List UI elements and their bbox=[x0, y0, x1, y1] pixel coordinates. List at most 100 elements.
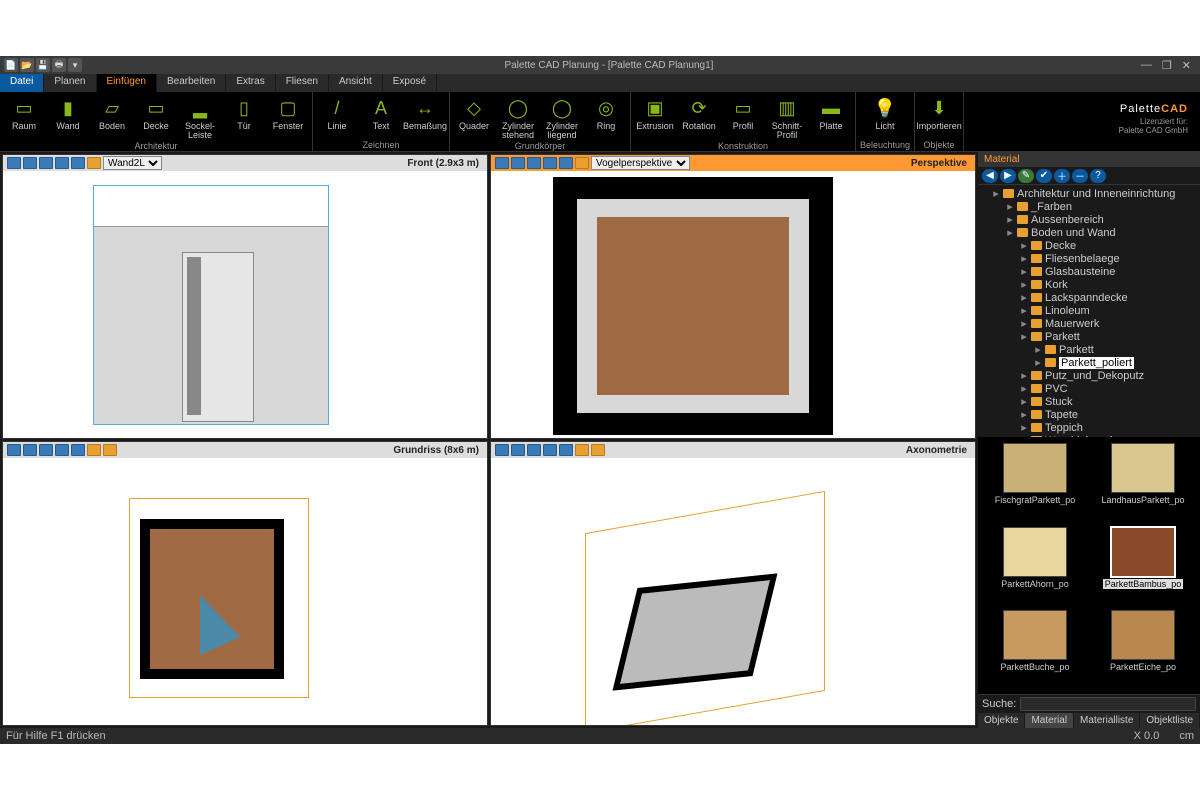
ribbon-platte[interactable]: ▬Platte bbox=[811, 94, 851, 140]
close-button[interactable]: ✕ bbox=[1179, 59, 1194, 72]
tree-node[interactable]: ▸Parkett bbox=[978, 330, 1200, 343]
vp-tool-layers-icon[interactable] bbox=[543, 157, 557, 169]
ribbon-schnitt-profil[interactable]: ▥Schnitt-Profil bbox=[767, 94, 807, 140]
tree-twisty-icon[interactable]: ▸ bbox=[992, 187, 1000, 200]
ribbon-wand[interactable]: ▮Wand bbox=[48, 94, 88, 140]
vp-tool-fit-icon[interactable] bbox=[39, 157, 53, 169]
tree-twisty-icon[interactable]: ▸ bbox=[1020, 382, 1028, 395]
viewport-perspective-canvas[interactable] bbox=[491, 171, 975, 438]
material-thumb[interactable]: ParkettAhorn_po bbox=[984, 527, 1086, 605]
vp-tool-grid-icon[interactable] bbox=[559, 157, 573, 169]
tree-node[interactable]: ▸Architektur und Inneneinrichtung bbox=[978, 187, 1200, 200]
vp-tool-render-icon[interactable] bbox=[87, 157, 101, 169]
vp-tool-grid-icon[interactable] bbox=[71, 444, 85, 456]
side-tab-objekte[interactable]: Objekte bbox=[978, 713, 1025, 728]
menu-tab-einfügen[interactable]: Einfügen bbox=[97, 74, 157, 92]
tree-twisty-icon[interactable]: ▸ bbox=[1020, 330, 1028, 343]
vp-tool-pan-icon[interactable] bbox=[511, 444, 525, 456]
vp-tool-render-icon[interactable] bbox=[87, 444, 101, 456]
material-thumb[interactable]: ParkettBambus_po bbox=[1092, 527, 1194, 605]
qat-open-icon[interactable]: 📂 bbox=[20, 58, 34, 72]
tree-twisty-icon[interactable]: ▸ bbox=[1020, 239, 1028, 252]
tree-node[interactable]: ▸Teppich bbox=[978, 421, 1200, 434]
tree-node[interactable]: ▸Boden und Wand bbox=[978, 226, 1200, 239]
qat-new-icon[interactable]: 📄 bbox=[4, 58, 18, 72]
vp-tool-pan-icon[interactable] bbox=[23, 444, 37, 456]
qat-dropdown-icon[interactable]: ▾ bbox=[68, 58, 82, 72]
viewport-floorplan-canvas[interactable] bbox=[3, 458, 487, 725]
vp-tool-zoom-icon[interactable] bbox=[7, 444, 21, 456]
qat-save-icon[interactable]: 💾 bbox=[36, 58, 50, 72]
ribbon-zylinder-stehend[interactable]: ◯Zylinder stehend bbox=[498, 94, 538, 140]
minimize-button[interactable]: — bbox=[1138, 59, 1155, 72]
viewport-front-canvas[interactable] bbox=[3, 171, 487, 438]
tree-node[interactable]: ▸Parkett bbox=[978, 343, 1200, 356]
tree-node[interactable]: ▸Aussenbereich bbox=[978, 213, 1200, 226]
vp-tool-render-icon[interactable] bbox=[575, 157, 589, 169]
side-tab-objektliste[interactable]: Objektliste bbox=[1140, 713, 1200, 728]
tree-node[interactable]: ▸Linoleum bbox=[978, 304, 1200, 317]
vp-tool-grid-icon[interactable] bbox=[71, 157, 85, 169]
tree-twisty-icon[interactable]: ▸ bbox=[1020, 304, 1028, 317]
tree-node[interactable]: ▸Fliesenbelaege bbox=[978, 252, 1200, 265]
qat-print-icon[interactable]: 🖶 bbox=[52, 58, 66, 72]
ribbon-importieren[interactable]: ⬇Importieren bbox=[919, 94, 959, 139]
panel-edit-icon[interactable]: ✎ bbox=[1018, 169, 1034, 183]
tree-node[interactable]: ▸Lackspanndecke bbox=[978, 291, 1200, 304]
vp-tool-measure-icon[interactable] bbox=[591, 444, 605, 456]
tree-twisty-icon[interactable]: ▸ bbox=[1020, 408, 1028, 421]
panel-help-icon[interactable]: ? bbox=[1090, 169, 1106, 183]
ribbon-ring[interactable]: ◎Ring bbox=[586, 94, 626, 140]
tree-node[interactable]: ▸Parkett_poliert bbox=[978, 356, 1200, 369]
tree-twisty-icon[interactable]: ▸ bbox=[1020, 265, 1028, 278]
panel-add-icon[interactable]: ＋ bbox=[1054, 169, 1070, 183]
ribbon-licht[interactable]: 💡Licht bbox=[865, 94, 905, 139]
vp-tool-zoom-icon[interactable] bbox=[495, 444, 509, 456]
ribbon-zylinder-liegend[interactable]: ◯Zylinder liegend bbox=[542, 94, 582, 140]
tree-node[interactable]: ▸Putz_und_Dekoputz bbox=[978, 369, 1200, 382]
material-thumb[interactable]: FischgratParkett_po bbox=[984, 443, 1086, 521]
menu-tab-datei[interactable]: Datei bbox=[0, 74, 44, 92]
panel-check-icon[interactable]: ✔ bbox=[1036, 169, 1052, 183]
ribbon-bema-ung[interactable]: ↔Bemaßung bbox=[405, 94, 445, 139]
ribbon-boden[interactable]: ▱Boden bbox=[92, 94, 132, 140]
menu-tab-bearbeiten[interactable]: Bearbeiten bbox=[157, 74, 226, 92]
tree-node[interactable]: ▸Decke bbox=[978, 239, 1200, 252]
viewport-axonometric-canvas[interactable] bbox=[491, 458, 975, 725]
maximize-button[interactable]: ❐ bbox=[1159, 59, 1175, 72]
tree-twisty-icon[interactable]: ▸ bbox=[1006, 200, 1014, 213]
tree-node[interactable]: ▸Stuck bbox=[978, 395, 1200, 408]
side-tab-materialliste[interactable]: Materialliste bbox=[1074, 713, 1140, 728]
side-tab-material[interactable]: Material bbox=[1025, 713, 1074, 728]
ribbon-extrusion[interactable]: ▣Extrusion bbox=[635, 94, 675, 140]
tree-twisty-icon[interactable]: ▸ bbox=[1020, 252, 1028, 265]
vp-tool-layers-icon[interactable] bbox=[543, 444, 557, 456]
menu-tab-ansicht[interactable]: Ansicht bbox=[329, 74, 383, 92]
menu-tab-exposé[interactable]: Exposé bbox=[383, 74, 437, 92]
material-thumb[interactable]: ParkettEiche_po bbox=[1092, 610, 1194, 688]
vp-tool-fit-icon[interactable] bbox=[527, 444, 541, 456]
tree-twisty-icon[interactable]: ▸ bbox=[1006, 226, 1014, 239]
ribbon-profil[interactable]: ▭Profil bbox=[723, 94, 763, 140]
vp-tool-layers-icon[interactable] bbox=[55, 444, 69, 456]
tree-node[interactable]: ▸Mauerwerk bbox=[978, 317, 1200, 330]
vp-tool-zoom-icon[interactable] bbox=[7, 157, 21, 169]
ribbon-fenster[interactable]: ▢Fenster bbox=[268, 94, 308, 140]
menu-tab-fliesen[interactable]: Fliesen bbox=[276, 74, 329, 92]
search-input[interactable] bbox=[1020, 697, 1196, 711]
ribbon-text[interactable]: AText bbox=[361, 94, 401, 139]
vp-tool-fit-icon[interactable] bbox=[527, 157, 541, 169]
vp-tool-pan-icon[interactable] bbox=[511, 157, 525, 169]
tree-twisty-icon[interactable]: ▸ bbox=[1034, 343, 1042, 356]
viewport-perspective-select[interactable]: Vogelperspektive bbox=[591, 156, 690, 170]
vp-tool-measure-icon[interactable] bbox=[103, 444, 117, 456]
material-tree[interactable]: ▸Architektur und Inneneinrichtung▸_Farbe… bbox=[978, 185, 1200, 437]
ribbon-decke[interactable]: ▭Decke bbox=[136, 94, 176, 140]
vp-tool-pan-icon[interactable] bbox=[23, 157, 37, 169]
vp-tool-render-icon[interactable] bbox=[575, 444, 589, 456]
panel-back-icon[interactable]: ◀ bbox=[982, 169, 998, 183]
tree-node[interactable]: ▸PVC bbox=[978, 382, 1200, 395]
menu-tab-extras[interactable]: Extras bbox=[226, 74, 275, 92]
tree-node[interactable]: ▸Tapete bbox=[978, 408, 1200, 421]
tree-twisty-icon[interactable]: ▸ bbox=[1020, 369, 1028, 382]
